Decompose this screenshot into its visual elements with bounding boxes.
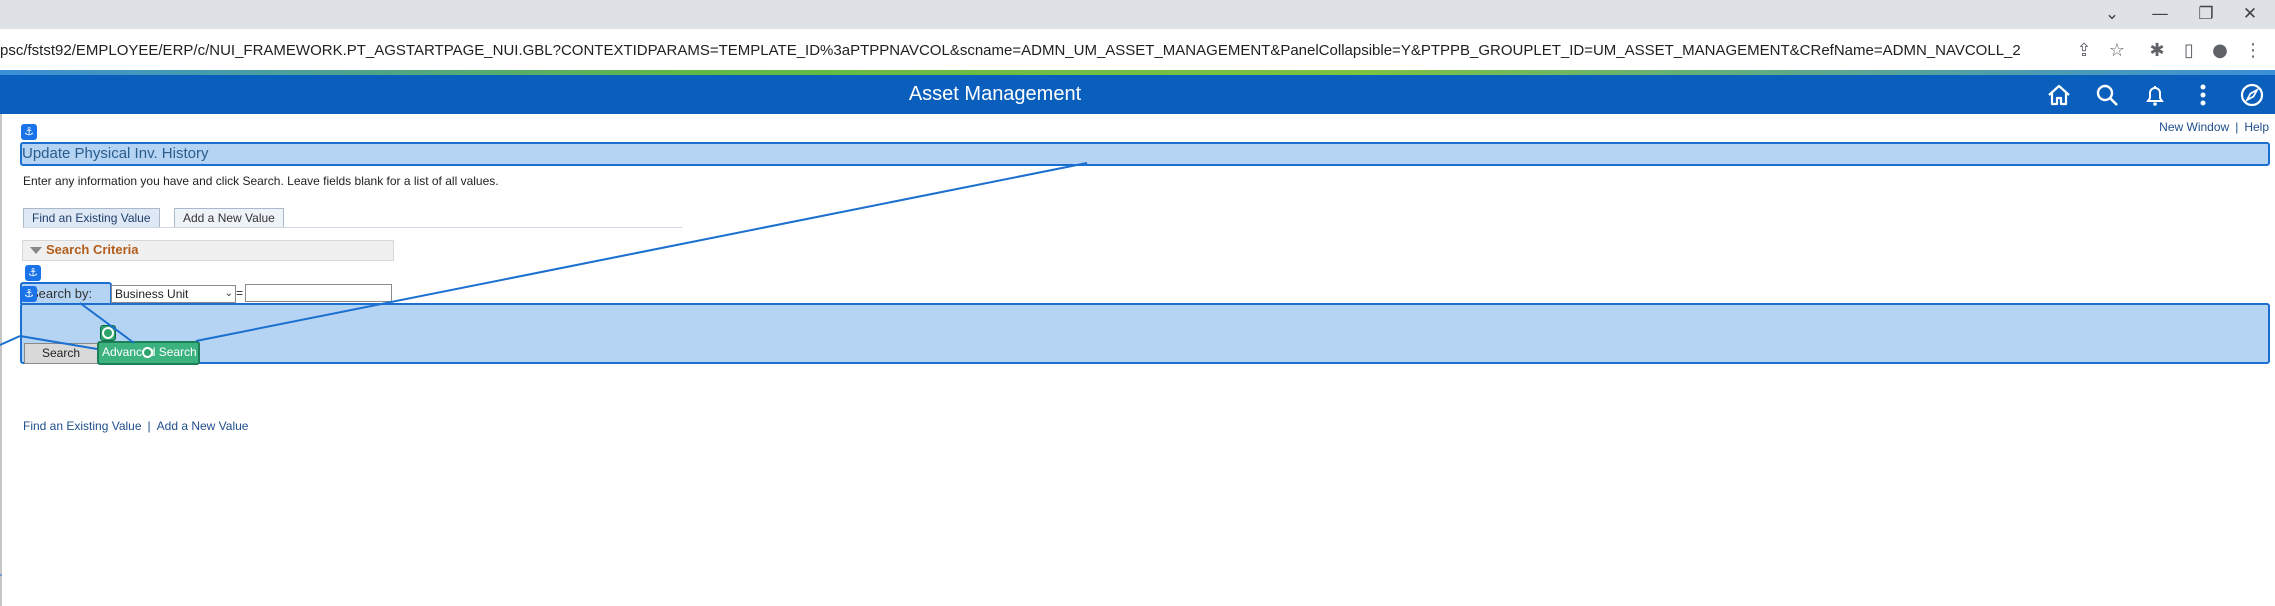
search-icon[interactable] [2091,79,2123,111]
bottom-links: Find an Existing Value | Add a New Value [23,419,248,433]
sidepanel-icon[interactable]: ▯ [2176,38,2202,64]
instructions-text: Enter any information you have and click… [23,174,499,188]
search-value-input[interactable] [245,284,392,302]
star-icon[interactable]: ☆ [2104,38,2130,64]
action-highlight [20,303,2270,364]
search-by-select[interactable]: Business Unit ⌄ [111,285,236,303]
browser-titlebar: ⌄ — ❐ ✕ [0,0,2275,29]
left-border [0,114,2,606]
tab-add-new-value[interactable]: Add a New Value [174,208,284,227]
search-by-selected: Business Unit [115,287,189,301]
kebab-menu-icon[interactable] [2187,79,2219,111]
restore-icon[interactable]: ❐ [2184,2,2228,26]
address-bar[interactable]: psc/fstst92/EMPLOYEE/ERP/c/NUI_FRAMEWORK… [0,29,2275,72]
search-button[interactable]: Search [24,343,98,364]
search-by-label: Search by: [30,286,93,301]
top-links: New Window | Help [2159,120,2269,134]
app-header: Asset Management [0,75,2275,114]
link-separator: | [147,419,151,433]
title-highlight [20,142,2270,166]
url-text[interactable]: psc/fstst92/EMPLOYEE/ERP/c/NUI_FRAMEWORK… [0,29,2021,72]
bell-icon[interactable] [2139,79,2171,111]
share-icon[interactable]: ⇪ [2071,38,2097,64]
extensions-icon[interactable]: ✱ [2144,38,2170,64]
navbar-compass-icon[interactable] [2236,79,2268,111]
anchor-icon: ⚓ [21,124,37,140]
close-icon[interactable]: ✕ [2228,2,2272,26]
home-icon[interactable] [2043,79,2075,111]
tab-divider [22,227,682,228]
help-link[interactable]: Help [2244,120,2269,134]
target-badge-icon [100,325,116,341]
tab-find-existing-value[interactable]: Find an Existing Value [23,208,160,227]
target-dot-icon [142,347,153,358]
anchor-icon: ⚓ [25,265,41,281]
connector-line [0,335,21,346]
minimize-icon[interactable]: — [2138,2,2182,26]
chevron-down-icon[interactable]: ⌄ [2090,2,2134,26]
menu-icon[interactable]: ⋮ [2240,38,2266,64]
link-separator: | [2235,120,2239,134]
profile-icon[interactable]: ● [2207,38,2233,64]
page-title: Update Physical Inv. History [22,145,209,162]
app-title: Asset Management [908,83,1082,105]
equals-sign: = [236,286,244,300]
anchor-icon: ⚓ [21,286,37,302]
add-new-value-link[interactable]: Add a New Value [157,419,249,433]
collapse-triangle-icon[interactable] [30,247,42,254]
search-criteria-label: Search Criteria [46,242,139,257]
find-existing-value-link[interactable]: Find an Existing Value [23,419,142,433]
new-window-link[interactable]: New Window [2159,120,2229,134]
chevron-down-icon: ⌄ [224,288,233,299]
